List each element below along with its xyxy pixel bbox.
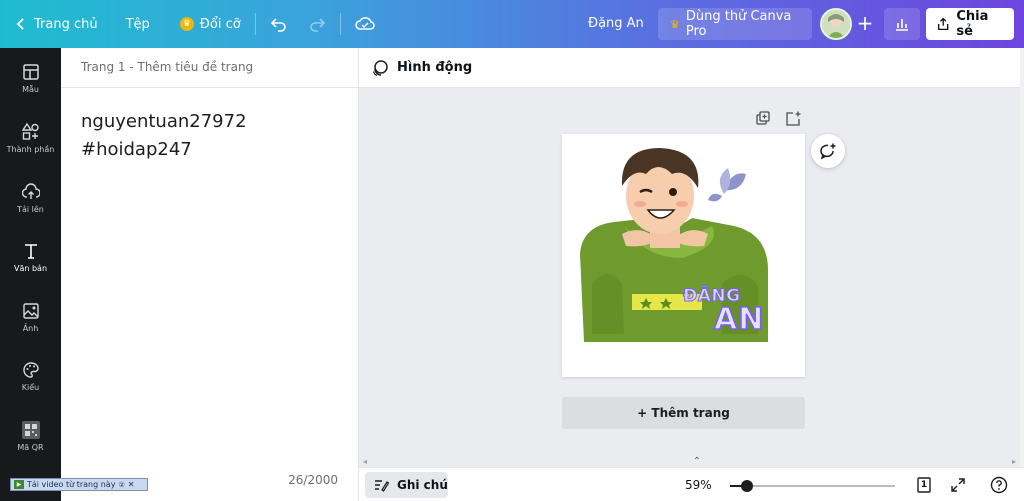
undo-icon bbox=[270, 18, 286, 32]
notes-line: nguyentuan27972 bbox=[81, 111, 247, 132]
file-menu-button[interactable]: Tệp bbox=[108, 0, 160, 48]
bottom-bar: ⌃ Ghi chú 59% 1 bbox=[359, 456, 1024, 501]
notes-label: Ghi chú bbox=[397, 478, 448, 492]
add-collaborator-button[interactable]: + bbox=[854, 12, 876, 36]
user-name[interactable]: Đặng An bbox=[588, 16, 644, 31]
notes-line: #hoidap247 bbox=[81, 139, 192, 160]
sidebar-item-styles[interactable]: Kiểu bbox=[0, 348, 61, 404]
notes-icon bbox=[375, 480, 389, 492]
design-canvas: ĐĂNG AN + Thêm trang ◂ ▸ bbox=[359, 88, 1020, 467]
left-sidebar: Mẫu Thành phần Tải lên Văn bản Ảnh Kiểu … bbox=[0, 48, 61, 501]
upload-icon bbox=[21, 182, 40, 199]
comment-add-icon bbox=[820, 143, 836, 160]
fullscreen-button[interactable] bbox=[948, 475, 968, 495]
character-count: 26/2000 bbox=[288, 473, 338, 487]
sticker-text-bottom: AN bbox=[713, 301, 765, 338]
share-icon bbox=[938, 17, 949, 31]
try-pro-label: Dùng thử Canva Pro bbox=[685, 9, 792, 39]
avatar[interactable] bbox=[820, 8, 852, 40]
page-actions bbox=[754, 110, 802, 128]
sidebar-item-qr-code[interactable]: Mã QR bbox=[0, 408, 61, 464]
qr-icon bbox=[21, 420, 40, 439]
zoom-level[interactable]: 59% bbox=[685, 478, 712, 492]
insights-button[interactable] bbox=[884, 8, 920, 40]
help-icon bbox=[990, 476, 1008, 494]
design-page[interactable]: ĐĂNG AN bbox=[562, 134, 805, 377]
try-pro-button[interactable]: ♛ Dùng thử Canva Pro bbox=[658, 8, 812, 40]
file-label: Tệp bbox=[125, 16, 150, 32]
home-label: Trang chủ bbox=[34, 16, 98, 32]
chevron-left-icon bbox=[16, 18, 24, 30]
sidebar-item-templates[interactable]: Mẫu bbox=[0, 50, 61, 106]
notes-text-area[interactable]: nguyentuan27972 #hoidap247 bbox=[61, 88, 358, 184]
sticker-image[interactable] bbox=[562, 134, 805, 377]
bar-chart-icon bbox=[896, 19, 908, 31]
share-button[interactable]: Chia sẻ bbox=[926, 8, 1014, 40]
chevron-up-icon[interactable]: ⌃ bbox=[689, 456, 705, 467]
add-page-button[interactable]: + Thêm trang bbox=[562, 397, 805, 429]
notes-panel: Trang 1 - Thêm tiêu đề trang nguyentuan2… bbox=[61, 48, 359, 501]
sidebar-item-label: Kiểu bbox=[21, 382, 40, 392]
divider bbox=[339, 13, 341, 35]
page-number: 1 bbox=[920, 480, 928, 490]
zoom-slider[interactable] bbox=[730, 480, 895, 492]
page-count-button[interactable]: 1 bbox=[914, 475, 934, 495]
resize-label: Đổi cỡ bbox=[199, 16, 241, 32]
redo-button[interactable] bbox=[298, 0, 336, 48]
resize-button[interactable]: ♛ Đổi cỡ bbox=[160, 0, 251, 48]
sidebar-item-uploads[interactable]: Tải lên bbox=[0, 170, 61, 226]
sidebar-item-label: Thành phần bbox=[6, 144, 55, 154]
zoom-slider-handle[interactable] bbox=[740, 480, 753, 492]
sidebar-item-elements[interactable]: Thành phần bbox=[0, 110, 61, 166]
avatar-image bbox=[822, 10, 850, 38]
animate-icon bbox=[372, 59, 388, 76]
crown-icon: ♛ bbox=[670, 17, 680, 31]
share-label: Chia sẻ bbox=[956, 9, 989, 39]
text-icon bbox=[24, 243, 37, 259]
video-download-bar[interactable]: ▶ Tải video từ trang này ② ✕ bbox=[10, 478, 148, 491]
video-download-label: Tải video từ trang này bbox=[27, 480, 116, 489]
sidebar-item-label: Tải lên bbox=[17, 204, 44, 214]
redo-icon bbox=[309, 18, 325, 32]
page-title-field[interactable]: Trang 1 - Thêm tiêu đề trang bbox=[61, 48, 358, 88]
help-icon[interactable]: ② bbox=[118, 481, 124, 489]
duplicate-page-icon[interactable] bbox=[754, 110, 772, 128]
cloud-check-icon bbox=[354, 17, 375, 30]
expand-icon bbox=[951, 478, 965, 492]
home-button[interactable]: Trang chủ bbox=[0, 0, 108, 48]
animate-button[interactable]: Hình động bbox=[397, 60, 472, 75]
sidebar-item-text[interactable]: Văn bản bbox=[0, 229, 61, 285]
save-status-button[interactable] bbox=[345, 0, 385, 48]
notes-button[interactable]: Ghi chú bbox=[365, 472, 448, 498]
scroll-right-icon[interactable]: ▸ bbox=[1012, 457, 1016, 466]
undo-button[interactable] bbox=[260, 0, 298, 48]
scroll-left-icon[interactable]: ◂ bbox=[363, 457, 367, 466]
palette-icon bbox=[22, 361, 39, 378]
play-icon: ▶ bbox=[14, 480, 24, 489]
photo-icon bbox=[22, 302, 39, 319]
crown-icon: ♛ bbox=[179, 17, 194, 31]
editor-toolbar: Hình động bbox=[359, 48, 1020, 88]
template-icon bbox=[22, 63, 39, 80]
help-button[interactable] bbox=[989, 475, 1009, 495]
divider bbox=[254, 13, 256, 35]
sidebar-item-label: Ảnh bbox=[22, 323, 39, 333]
sidebar-item-label: Mã QR bbox=[17, 442, 44, 452]
elements-icon bbox=[21, 122, 39, 140]
vertical-scrollbar[interactable] bbox=[1020, 48, 1024, 467]
close-icon[interactable]: ✕ bbox=[128, 480, 135, 489]
add-page-icon[interactable] bbox=[784, 110, 802, 128]
sidebar-item-label: Mẫu bbox=[22, 84, 39, 94]
sidebar-item-photos[interactable]: Ảnh bbox=[0, 289, 61, 345]
add-comment-button[interactable] bbox=[811, 134, 845, 168]
sidebar-item-label: Văn bản bbox=[13, 263, 48, 273]
